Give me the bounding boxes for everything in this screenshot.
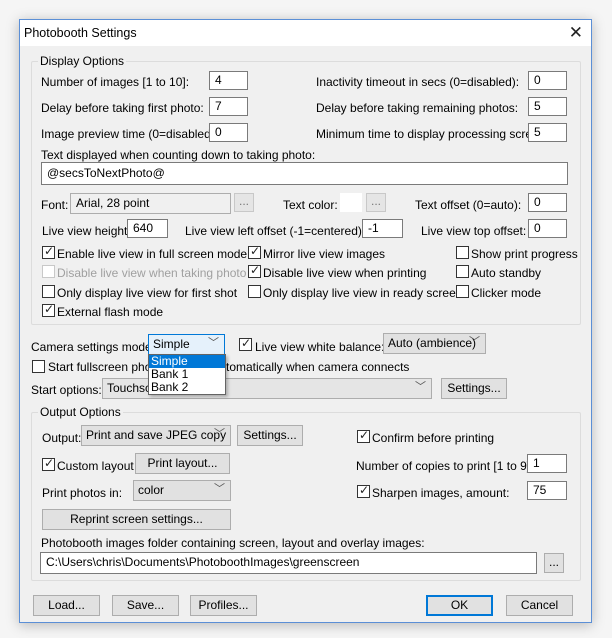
confirm-checkbox[interactable]: ✓ <box>357 428 370 443</box>
text-color-browse-button[interactable]: ... <box>366 193 386 212</box>
live-top-label: Live view top offset: <box>421 224 527 238</box>
copies-input[interactable]: 1 <box>527 454 567 473</box>
chevron-down-icon: ﹀ <box>214 483 225 495</box>
delay-remaining-input[interactable]: 5 <box>528 97 567 116</box>
display-checkbox-label: Enable live view in full screen mode <box>57 247 248 261</box>
print-in-select[interactable]: color ﹀ <box>133 480 231 501</box>
display-checkbox[interactable]: ✓ <box>248 244 261 259</box>
display-checkbox[interactable]: ✓ <box>42 302 55 317</box>
custom-layout-checkbox[interactable]: ✓ <box>42 456 55 471</box>
window-title: Photobooth Settings <box>24 26 137 40</box>
camera-mode-select[interactable]: Simple ﹀ <box>148 334 225 355</box>
start-fullscreen-label-right: tomatically when camera connects <box>226 360 410 374</box>
close-icon[interactable]: ✕ <box>569 23 583 43</box>
print-layout-button[interactable]: Print layout... <box>135 453 230 474</box>
sharpen-amount-input[interactable]: 75 <box>527 481 567 500</box>
ok-button[interactable]: OK <box>426 595 493 616</box>
display-options-label: Display Options <box>38 54 127 68</box>
display-checkbox[interactable] <box>456 265 469 278</box>
min-processing-label: Minimum time to display processing scree… <box>316 127 549 141</box>
output-settings-button[interactable]: Settings... <box>237 425 303 446</box>
sharpen-label: Sharpen images, amount: <box>372 486 510 500</box>
white-balance-value: Auto (ambience) <box>388 336 477 350</box>
display-checkbox[interactable] <box>456 285 469 298</box>
output-select[interactable]: Print and save JPEG copy ﹀ <box>81 425 231 446</box>
start-fullscreen-label-left: Start fullscreen photo <box>48 360 162 374</box>
text-offset-label: Text offset (0=auto): <box>415 198 522 212</box>
countdown-text-input[interactable]: @secsToNextPhoto@ <box>41 162 568 185</box>
white-balance-checkbox[interactable]: ✓ <box>239 336 252 351</box>
camera-mode-dropdown: Simple Bank 1 Bank 2 <box>148 354 226 395</box>
white-balance-select[interactable]: Auto (ambience) ﹀ <box>383 333 486 354</box>
live-left-label: Live view left offset (-1=centered): <box>185 224 366 238</box>
white-balance-label: Live view white balance: <box>255 340 385 354</box>
chevron-down-icon: ﹀ <box>208 337 219 349</box>
min-processing-input[interactable]: 5 <box>528 123 567 142</box>
delay-first-input[interactable]: 7 <box>209 97 248 116</box>
start-settings-button[interactable]: Settings... <box>441 378 507 399</box>
preview-time-input[interactable]: 0 <box>209 123 248 142</box>
start-options-label: Start options: <box>31 383 102 397</box>
display-checkbox-label: Only display live view for first shot <box>57 286 238 300</box>
reprint-settings-button[interactable]: Reprint screen settings... <box>42 509 231 530</box>
output-value: Print and save JPEG copy <box>86 428 227 442</box>
num-images-input[interactable]: 4 <box>209 71 248 90</box>
folder-label: Photobooth images folder containing scre… <box>41 536 425 550</box>
display-checkbox[interactable] <box>42 285 55 298</box>
delay-first-label: Delay before taking first photo: <box>41 101 204 115</box>
display-checkbox-label: Show print progress <box>471 247 578 261</box>
save-button[interactable]: Save... <box>112 595 179 616</box>
text-color-swatch[interactable] <box>340 193 362 212</box>
display-checkbox-label: Disable live view when printing <box>263 266 427 280</box>
display-checkbox-label: Disable live view when taking photo <box>57 266 247 280</box>
chevron-down-icon: ﹀ <box>214 428 225 440</box>
custom-layout-label: Custom layout <box>57 459 134 473</box>
display-checkbox[interactable] <box>248 285 261 298</box>
display-checkbox <box>42 265 55 278</box>
dropdown-option[interactable]: Bank 2 <box>149 381 225 394</box>
live-height-label: Live view height: <box>42 224 131 238</box>
font-browse-button[interactable]: ... <box>234 193 254 212</box>
settings-dialog: Photobooth Settings ✕ Display Options Nu… <box>19 19 592 623</box>
output-options-label: Output Options <box>38 405 123 419</box>
inactivity-input[interactable]: 0 <box>528 71 567 90</box>
display-checkbox-label: Mirror live view images <box>263 247 386 261</box>
countdown-text-label: Text displayed when counting down to tak… <box>41 148 316 162</box>
font-value: Arial, 28 point <box>70 193 231 214</box>
sharpen-checkbox[interactable]: ✓ <box>357 483 370 498</box>
display-checkbox[interactable] <box>456 246 469 259</box>
chevron-down-icon: ﹀ <box>415 381 426 393</box>
confirm-label: Confirm before printing <box>372 431 495 445</box>
display-checkbox[interactable]: ✓ <box>42 244 55 259</box>
profiles-button[interactable]: Profiles... <box>190 595 257 616</box>
camera-mode-label: Camera settings mode: <box>31 340 156 354</box>
print-in-value: color <box>138 483 165 497</box>
live-top-input[interactable]: 0 <box>528 219 567 238</box>
font-label: Font: <box>41 198 69 212</box>
folder-browse-button[interactable]: ... <box>544 553 564 573</box>
title-bar: Photobooth Settings ✕ <box>20 20 591 46</box>
preview-time-label: Image preview time (0=disabled): <box>41 127 219 141</box>
text-color-label: Text color: <box>283 198 338 212</box>
copies-label: Number of copies to print [1 to 9]: <box>356 459 534 473</box>
live-left-input[interactable]: -1 <box>362 219 403 238</box>
start-fullscreen-checkbox[interactable] <box>32 360 45 373</box>
cancel-button[interactable]: Cancel <box>506 595 573 616</box>
delay-remaining-label: Delay before taking remaining photos: <box>316 101 519 115</box>
inactivity-label: Inactivity timeout in secs (0=disabled): <box>316 75 520 89</box>
display-checkbox-label: Clicker mode <box>471 286 542 300</box>
load-button[interactable]: Load... <box>33 595 100 616</box>
camera-mode-value: Simple <box>153 337 190 351</box>
live-height-input[interactable]: 640 <box>127 219 168 238</box>
display-checkbox-label: Only display live view in ready screen <box>263 286 463 300</box>
display-checkbox-label: External flash mode <box>57 305 164 319</box>
num-images-label: Number of images [1 to 10]: <box>41 75 190 89</box>
chevron-down-icon: ﹀ <box>469 336 480 348</box>
output-label: Output: <box>42 431 82 445</box>
text-offset-input[interactable]: 0 <box>528 193 567 212</box>
display-checkbox-label: Auto standby <box>471 266 542 280</box>
print-in-label: Print photos in: <box>42 486 123 500</box>
display-checkbox[interactable]: ✓ <box>248 263 261 278</box>
folder-input[interactable]: C:\Users\chris\Documents\PhotoboothImage… <box>40 552 537 574</box>
